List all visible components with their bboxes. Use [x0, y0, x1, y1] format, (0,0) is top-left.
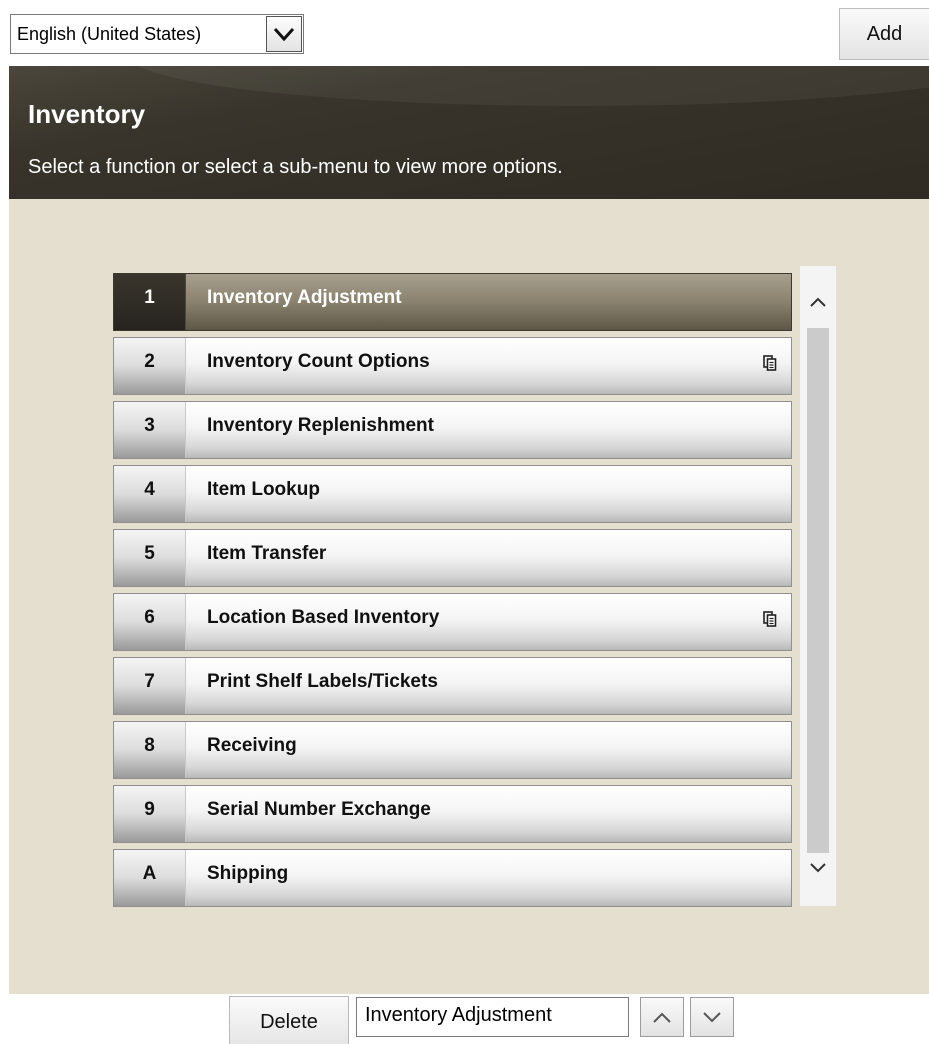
menu-item-print-shelf-labels[interactable]: 7 Print Shelf Labels/Tickets [113, 657, 792, 715]
chevron-down-icon [703, 1011, 721, 1022]
move-up-button[interactable] [640, 997, 684, 1037]
menu-item-key: 8 [114, 722, 186, 778]
delete-button[interactable]: Delete [229, 996, 349, 1044]
menu-item-item-transfer[interactable]: 5 Item Transfer [113, 529, 792, 587]
menu-item-label: Inventory Adjustment [207, 287, 402, 308]
menu-item-label: Serial Number Exchange [207, 799, 431, 820]
menu-item-item-lookup[interactable]: 4 Item Lookup [113, 465, 792, 523]
menu-item-key: A [114, 850, 186, 906]
menu-item-label: Inventory Count Options [207, 351, 430, 372]
menu-item-label: Location Based Inventory [207, 607, 440, 628]
menu-panel: Inventory Select a function or select a … [9, 66, 929, 994]
panel-title: Inventory [28, 99, 146, 129]
menu-item-location-based-inventory[interactable]: 6 Location Based Inventory [113, 593, 792, 651]
menu-item-shipping[interactable]: A Shipping [113, 849, 792, 907]
menu-item-key: 7 [114, 658, 186, 714]
menu-item-key: 6 [114, 594, 186, 650]
submenu-pages-icon [763, 355, 777, 371]
menu-item-receiving[interactable]: 8 Receiving [113, 721, 792, 779]
menu-item-label: Item Lookup [207, 479, 320, 500]
menu-item-key: 9 [114, 786, 186, 842]
menu-item-inventory-adjustment[interactable]: 1 Inventory Adjustment [113, 273, 792, 331]
chevron-up-icon[interactable] [800, 284, 836, 320]
menu-item-key: 5 [114, 530, 186, 586]
menu-item-label: Receiving [207, 735, 297, 756]
chevron-down-icon[interactable] [266, 16, 302, 52]
menu-item-label: Item Transfer [207, 543, 327, 564]
menu-item-label: Shipping [207, 863, 289, 884]
chevron-down-icon[interactable] [800, 850, 836, 886]
menu-item-label: Inventory Replenishment [207, 415, 434, 436]
chevron-up-icon [653, 1012, 671, 1023]
menu-item-key: 4 [114, 466, 186, 522]
menu-item-inventory-count-options[interactable]: 2 Inventory Count Options [113, 337, 792, 395]
menu-item-key: 1 [114, 274, 186, 330]
add-button[interactable]: Add [839, 8, 929, 60]
language-select[interactable]: English (United States) [10, 14, 304, 54]
language-select-value: English (United States) [17, 23, 202, 44]
menu-item-name-field[interactable]: Inventory Adjustment [356, 997, 629, 1037]
menu-item-label: Print Shelf Labels/Tickets [207, 671, 438, 692]
menu-item-serial-number-exchange[interactable]: 9 Serial Number Exchange [113, 785, 792, 843]
scrollbar-thumb[interactable] [807, 328, 829, 853]
menu-item-inventory-replenishment[interactable]: 3 Inventory Replenishment [113, 401, 792, 459]
move-down-button[interactable] [690, 997, 734, 1037]
menu-item-key: 2 [114, 338, 186, 394]
submenu-pages-icon [763, 611, 777, 627]
menu-scrollbar[interactable] [800, 266, 836, 906]
panel-subtitle: Select a function or select a sub-menu t… [28, 156, 563, 178]
menu-item-key: 3 [114, 402, 186, 458]
panel-header: Inventory Select a function or select a … [9, 66, 929, 199]
